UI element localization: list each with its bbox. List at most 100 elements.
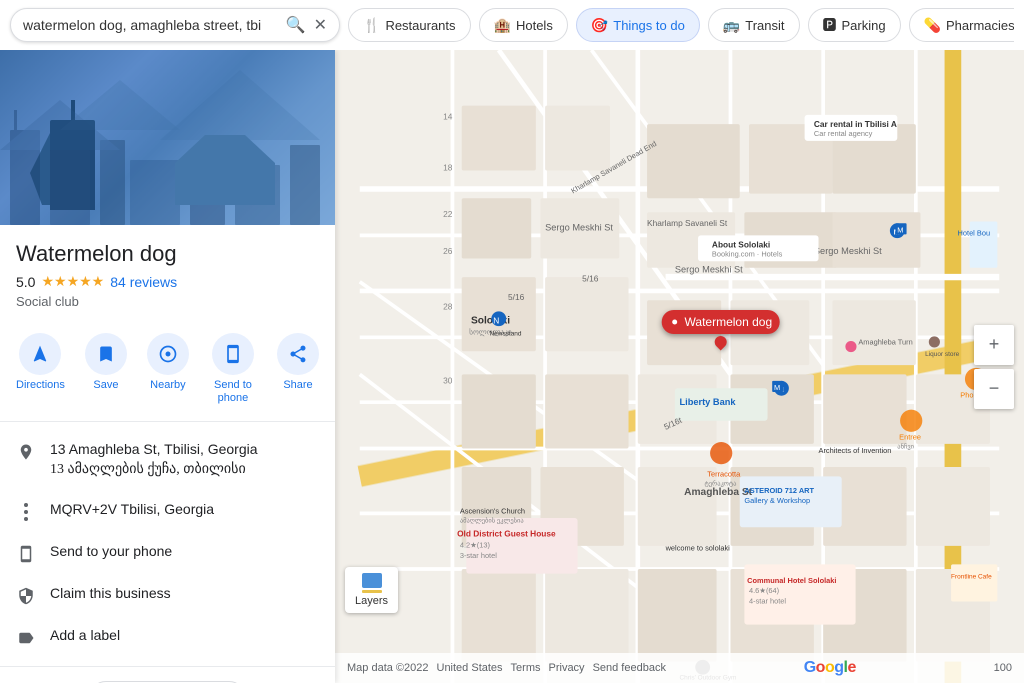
svg-text:Architects of Invention: Architects of Invention [819, 446, 892, 455]
map-bottom-bar: Map data ©2022 United States Terms Priva… [335, 653, 1024, 683]
main-layout: Watermelon dog 5.0 ★★★★★ 84 reviews Soci… [0, 50, 1024, 683]
suggest-edit-section: Suggest an edit [0, 667, 335, 683]
map-attribution: Map data ©2022 United States Terms Priva… [347, 662, 666, 674]
svg-text:22: 22 [443, 209, 453, 219]
svg-text:5/16: 5/16 [582, 274, 599, 284]
svg-text:4.6★(64): 4.6★(64) [749, 586, 779, 595]
svg-text:Booking.com · Hotels: Booking.com · Hotels [712, 250, 783, 259]
nearby-button[interactable]: Nearby [139, 329, 197, 409]
map-privacy[interactable]: Privacy [549, 662, 585, 674]
share-icon [277, 333, 319, 375]
label-icon [16, 628, 36, 648]
review-count[interactable]: 84 reviews [110, 274, 177, 290]
nav-pills: 🍴 Restaurants 🏨 Hotels 🎯 Things to do 🚌 … [348, 8, 1014, 42]
map-region[interactable]: United States [437, 662, 503, 674]
pill-transit[interactable]: 🚌 Transit [708, 8, 800, 42]
pill-things-to-do-label: Things to do [613, 18, 685, 33]
svg-text:Kharlamp Savaneli St: Kharlamp Savaneli St [647, 218, 728, 228]
map-background: Sergo Meskhi St Sergo Meskhi St Amaghleb… [335, 50, 1024, 683]
directions-icon [19, 333, 61, 375]
share-button[interactable]: Share [269, 329, 327, 409]
hero-city-svg [0, 50, 335, 225]
svg-text:26: 26 [443, 246, 453, 256]
pin-dot [712, 333, 729, 350]
svg-text:Newsstand: Newsstand [490, 330, 522, 337]
svg-text:Amaghleba Turn: Amaghleba Turn [858, 338, 912, 347]
place-type: Social club [16, 294, 319, 309]
place-info: Watermelon dog 5.0 ★★★★★ 84 reviews Soci… [0, 225, 335, 317]
svg-text:28: 28 [443, 302, 453, 312]
map-controls-right: + − [974, 325, 1014, 409]
send-to-phone-label: Send to phone [209, 379, 257, 405]
close-icon[interactable]: ✕ [314, 15, 327, 35]
pill-restaurants[interactable]: 🍴 Restaurants [348, 8, 471, 42]
svg-text:ტერაკოტა: ტერაკოტა [705, 481, 737, 488]
send-to-phone-row[interactable]: Send to your phone [0, 532, 335, 574]
things-to-do-icon: 🎯 [591, 17, 608, 34]
parking-icon: 🅿 [823, 15, 837, 35]
zoom-out-button[interactable]: − [974, 369, 1014, 409]
add-label-text: Add a label [50, 626, 120, 646]
map-area[interactable]: Sergo Meskhi St Sergo Meskhi St Amaghleb… [335, 50, 1024, 683]
directions-button[interactable]: Directions [8, 329, 73, 409]
svg-text:5/16: 5/16 [508, 292, 525, 302]
share-label: Share [283, 379, 312, 392]
svg-text:Sergo Meskhi St: Sergo Meskhi St [675, 264, 743, 274]
search-icon[interactable]: 🔍 [286, 15, 306, 35]
map-terms[interactable]: Terms [511, 662, 541, 674]
place-name: Watermelon dog [16, 241, 319, 267]
add-label-row[interactable]: Add a label [0, 616, 335, 658]
send-to-phone-icon [212, 333, 254, 375]
nearby-label: Nearby [150, 379, 185, 392]
svg-text:Car rental in Tbilisi A: Car rental in Tbilisi A [814, 119, 897, 129]
pill-parking[interactable]: 🅿 Parking [808, 8, 901, 42]
zoom-in-button[interactable]: + [974, 325, 1014, 365]
svg-text:Old District Guest House: Old District Guest House [457, 529, 556, 539]
shield-icon [16, 586, 36, 606]
map-pin[interactable]: Watermelon dog [662, 310, 781, 348]
pill-pharmacies[interactable]: 💊 Pharmacies [909, 8, 1014, 42]
plus-code-row[interactable]: MQRV+2V Tbilisi, Georgia [0, 490, 335, 532]
send-to-phone-button[interactable]: Send to phone [201, 329, 265, 409]
save-button[interactable]: Save [77, 329, 135, 409]
pin-label: Watermelon dog [685, 315, 773, 329]
svg-text:Ascension's Church: Ascension's Church [460, 506, 525, 515]
map-feedback[interactable]: Send feedback [593, 662, 666, 674]
svg-text:Liberty Bank: Liberty Bank [680, 397, 737, 407]
transit-icon: 🚌 [723, 17, 740, 34]
map-data-text: Map data ©2022 [347, 662, 429, 674]
pharmacies-icon: 💊 [924, 17, 941, 34]
layers-icon [362, 573, 382, 593]
svg-text:Sergo Meskhi St: Sergo Meskhi St [545, 223, 613, 233]
layers-button[interactable]: Layers [345, 567, 398, 613]
pill-things-to-do[interactable]: 🎯 Things to do [576, 8, 700, 42]
svg-text:N: N [493, 315, 499, 325]
pill-transit-label: Transit [745, 18, 784, 33]
svg-text:Car rental agency: Car rental agency [814, 129, 873, 138]
svg-text:M: M [774, 383, 780, 392]
svg-text:Entree: Entree [899, 432, 921, 441]
phone-icon [16, 544, 36, 564]
svg-text:welcome to sololaki: welcome to sololaki [665, 543, 731, 552]
svg-text:M: M [897, 226, 903, 235]
pill-restaurants-label: Restaurants [385, 18, 455, 33]
hero-image [0, 50, 335, 225]
hotels-icon: 🏨 [494, 17, 511, 34]
pill-parking-label: Parking [842, 18, 886, 33]
location-pin-icon [16, 442, 36, 462]
svg-text:3-star hotel: 3-star hotel [460, 551, 497, 560]
nearby-icon [147, 333, 189, 375]
google-logo: Google [804, 659, 856, 677]
svg-text:Gallery & Workshop: Gallery & Workshop [744, 496, 810, 505]
plus-code-text: MQRV+2V Tbilisi, Georgia [50, 500, 214, 520]
claim-business-row[interactable]: Claim this business [0, 574, 335, 616]
save-label: Save [93, 379, 118, 392]
svg-text:Liquor store: Liquor store [925, 351, 960, 358]
pill-hotels[interactable]: 🏨 Hotels [479, 8, 568, 42]
address-row[interactable]: 13 Amaghleba St, Tbilisi, Georgia 13 ამა… [0, 430, 335, 489]
svg-text:18: 18 [443, 162, 453, 172]
pill-hotels-label: Hotels [516, 18, 553, 33]
top-nav: 🔍 ✕ 🍴 Restaurants 🏨 Hotels 🎯 Things to d… [0, 0, 1024, 50]
sidebar: Watermelon dog 5.0 ★★★★★ 84 reviews Soci… [0, 50, 335, 683]
search-input[interactable] [23, 17, 278, 33]
